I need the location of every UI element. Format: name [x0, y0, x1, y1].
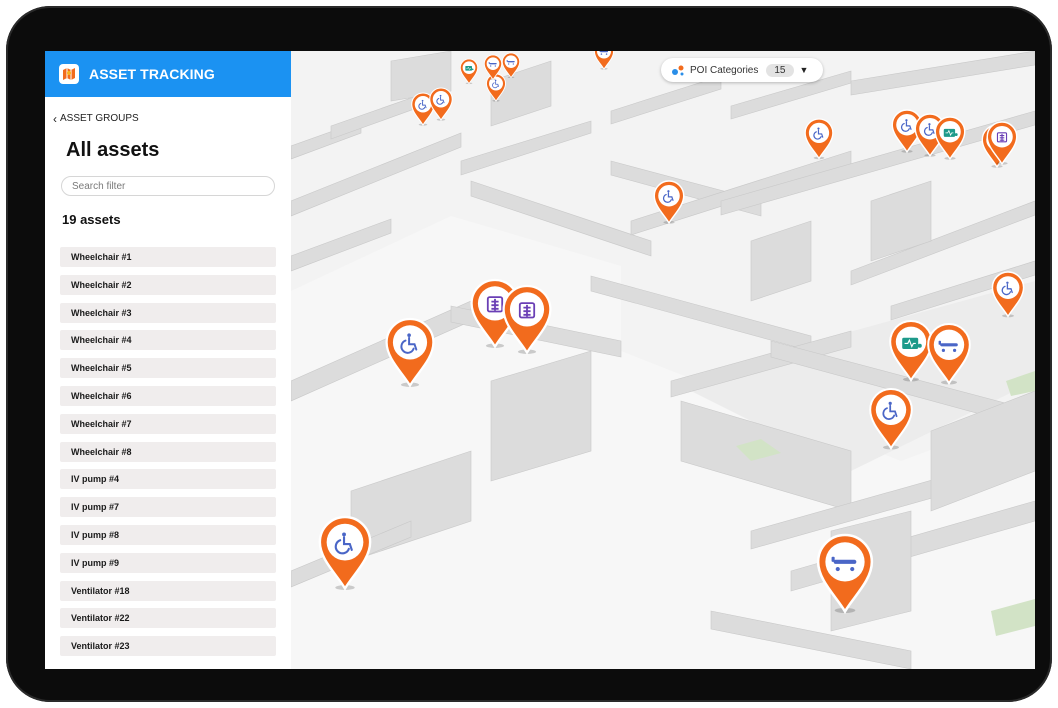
map-pin-ventilator[interactable] — [459, 58, 479, 85]
list-item[interactable]: Wheelchair #7 — [60, 413, 276, 434]
floor-map[interactable]: POI Categories 15 ▼ — [291, 51, 1035, 669]
list-item[interactable]: Wheelchair #8 — [60, 441, 276, 462]
map-pin-wheelchair[interactable] — [867, 388, 915, 451]
list-item[interactable]: Wheelchair #4 — [60, 330, 276, 351]
map-pin-bed[interactable] — [925, 323, 973, 386]
tablet-frame: ASSET TRACKING ‹ ASSET GROUPS All assets… — [6, 6, 1052, 702]
map-pin-pump[interactable] — [500, 284, 554, 355]
asset-sidebar: ASSET TRACKING ‹ ASSET GROUPS All assets… — [45, 51, 292, 669]
list-item[interactable]: Ventilator #18 — [60, 580, 276, 601]
map-pin-wheelchair[interactable] — [990, 271, 1026, 318]
map-pin-wheelchair[interactable] — [316, 515, 374, 591]
list-item[interactable]: Ventilator #23 — [60, 636, 276, 657]
map-pin-wheelchair[interactable] — [383, 317, 437, 388]
back-link-label: ASSET GROUPS — [60, 113, 139, 124]
map-pin-wheelchair[interactable] — [652, 179, 686, 224]
map-pin-pump[interactable] — [985, 120, 1019, 165]
list-item[interactable]: IV pump #7 — [60, 497, 276, 518]
poi-categories-icon — [671, 64, 685, 76]
map-pin-bed[interactable] — [814, 533, 876, 614]
asset-list: Wheelchair #1 Wheelchair #2 Wheelchair #… — [60, 247, 291, 657]
page-title: All assets — [66, 139, 160, 161]
poi-categories-dropdown[interactable]: POI Categories 15 ▼ — [661, 58, 823, 82]
map-pin-wheelchair[interactable] — [803, 118, 835, 160]
list-item[interactable]: IV pump #8 — [60, 524, 276, 545]
map-pin-ventilator[interactable] — [933, 115, 967, 160]
map-pin-bed[interactable] — [483, 54, 503, 81]
list-item[interactable]: Wheelchair #5 — [60, 358, 276, 379]
poi-count-badge: 15 — [766, 63, 794, 77]
poi-categories-label: POI Categories — [690, 64, 759, 76]
list-item[interactable]: Wheelchair #3 — [60, 302, 276, 323]
back-to-asset-groups-link[interactable]: ‹ ASSET GROUPS — [53, 111, 291, 126]
list-item[interactable]: Wheelchair #2 — [60, 274, 276, 295]
app-screen: ASSET TRACKING ‹ ASSET GROUPS All assets… — [45, 51, 1035, 669]
map-pin-bed[interactable] — [501, 52, 521, 79]
list-item[interactable]: Wheelchair #1 — [60, 247, 276, 267]
app-header: ASSET TRACKING — [45, 51, 291, 97]
asset-count: 19 assets — [62, 212, 121, 227]
map-pin-bed[interactable] — [593, 51, 615, 70]
map-logo-icon — [59, 64, 79, 84]
map-pin-wheelchair[interactable] — [428, 87, 454, 121]
list-item[interactable]: Ventilator #22 — [60, 608, 276, 629]
search-input[interactable] — [61, 176, 275, 196]
list-item[interactable]: IV pump #4 — [60, 469, 276, 490]
app-title: ASSET TRACKING — [89, 66, 215, 82]
chevron-left-icon: ‹ — [53, 111, 57, 126]
list-item[interactable]: IV pump #9 — [60, 552, 276, 573]
list-item[interactable]: Wheelchair #6 — [60, 385, 276, 406]
chevron-down-icon: ▼ — [799, 65, 809, 75]
